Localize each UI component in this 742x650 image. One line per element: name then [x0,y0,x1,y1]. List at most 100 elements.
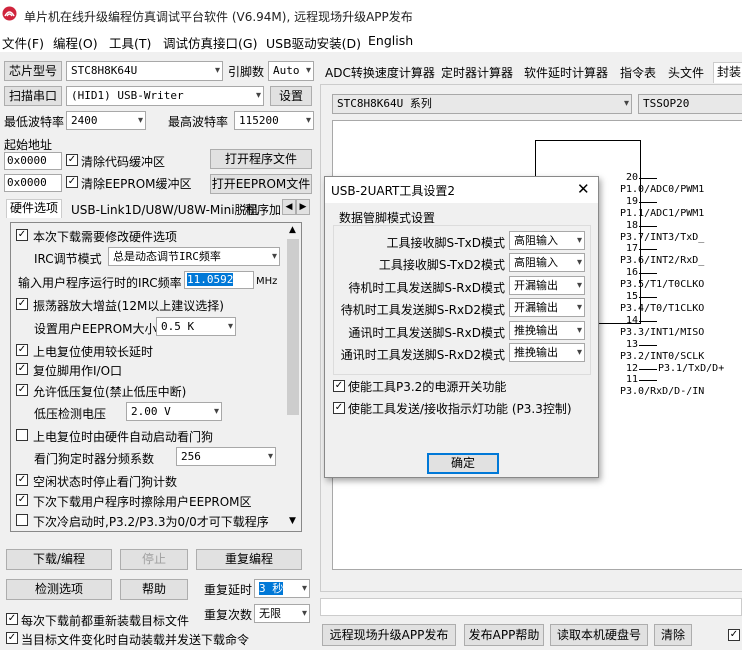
chevron-down-icon: ▾ [576,347,582,358]
port-settings-button[interactable]: 设置 [270,86,312,106]
max-baud-select[interactable]: 115200 ▾ [234,111,314,130]
tab-adc-calculator[interactable]: ADC转换速度计算器 [322,64,438,81]
hw-wdt-checkbox[interactable] [16,429,28,441]
tab-instruction-table[interactable]: 指令表 [617,64,659,81]
irc-freq-label: 输入用户程序运行时的IRC频率 [18,276,182,290]
chevron-down-icon: ▾ [214,65,220,76]
irc-mode-select[interactable]: 总是动态调节IRC频率 ▾ [108,247,280,266]
reload-checkbox[interactable]: ✓ [6,613,18,625]
port-value: (HID1) USB-Writer [71,89,184,102]
idle-rxd-mode-value: 开漏输出 [514,279,558,292]
eeprom-size-select[interactable]: 0.5 K ▾ [156,317,236,336]
code-address-input[interactable]: 0x0000 [4,152,62,170]
tab-program[interactable]: 程序加 [242,201,284,218]
pin-name: P3.6/INT2/RxD_ [620,255,705,267]
pin-number: 12 [625,362,638,374]
idle-wdt-checkbox[interactable]: ✓ [16,474,28,486]
erase-eeprom-checkbox[interactable]: ✓ [16,494,28,506]
lvr-checkbox[interactable]: ✓ [16,384,28,396]
app-icon [2,6,17,21]
irc-freq-input[interactable]: 11.0592 [184,271,254,289]
reset-delay-checkbox[interactable]: ✓ [16,344,28,356]
chip-model-select[interactable]: STC8H8K64U ▾ [66,61,223,81]
options-scrollbar[interactable]: ▲ ▼ [285,223,301,531]
clear-eeprom-checkbox[interactable]: ✓ [66,176,78,188]
port-select[interactable]: (HID1) USB-Writer ▾ [66,86,264,106]
dialog-title-bar: USB-2UART工具设置2 ✕ [325,177,598,203]
close-icon[interactable]: ✕ [577,180,590,198]
idle-wdt-label: 空闲状态时停止看门狗计数 [33,475,178,489]
menu-debug[interactable]: 调试仿真接口(G) [163,33,257,52]
ok-button[interactable]: 确定 [427,453,499,474]
clear-code-checkbox[interactable]: ✓ [66,154,78,166]
read-disk-id-button[interactable]: 读取本机硬盘号 [550,624,648,646]
tab-hardware-options[interactable]: 硬件选项 [6,199,63,218]
auto-send-checkbox[interactable]: ✓ [6,632,18,644]
help-button[interactable]: 帮助 [120,579,188,600]
idle-rxd2-mode-value: 开漏输出 [514,301,558,314]
tab-scroll-left-icon[interactable]: ◀ [282,199,296,215]
tab-scroll-right-icon[interactable]: ▶ [296,199,310,215]
publish-help-button[interactable]: 发布APP帮助 [464,624,544,646]
chevron-down-icon: ▾ [301,608,307,619]
modify-hw-options-checkbox[interactable]: ✓ [16,229,28,241]
pin-row: 17P3.6/INT2/RxD_ [620,243,742,267]
repeat-delay-select[interactable]: 3 秒 ▾ [254,579,310,598]
osc-gain-checkbox[interactable]: ✓ [16,298,28,310]
status-field [320,598,742,616]
menu-program[interactable]: 编程(O) [53,33,98,52]
p32-power-checkbox[interactable]: ✓ [333,380,345,392]
package-select[interactable]: TSSOP20 [638,94,742,114]
scroll-down-icon[interactable]: ▼ [289,516,296,526]
min-baud-value: 2400 [71,114,98,127]
rx-txd-mode-select[interactable]: 高阻输入 ▾ [509,231,585,250]
menu-file[interactable]: 文件(F) [2,33,44,52]
chip-model-button[interactable]: 芯片型号 [4,61,62,81]
scroll-up-icon[interactable]: ▲ [289,225,296,235]
remote-upgrade-button[interactable]: 远程现场升级APP发布 [322,624,456,646]
menu-usb-driver[interactable]: USB驱动安装(D) [266,33,361,52]
chevron-down-icon: ▾ [576,235,582,246]
scroll-thumb[interactable] [287,239,299,415]
stop-button[interactable]: 停止 [120,549,188,570]
reset-io-checkbox[interactable]: ✓ [16,363,28,375]
p32-download-checkbox[interactable] [16,514,28,526]
repeat-delay-value: 3 秒 [259,582,284,595]
repeat-count-select[interactable]: 无限 ▾ [254,604,310,623]
open-program-file-button[interactable]: 打开程序文件 [210,149,312,169]
right-extra-checkbox[interactable]: ✓ [728,629,740,641]
menu-english[interactable]: English [368,33,413,48]
wdt-div-select[interactable]: 256 ▾ [176,447,276,466]
idle-rxd-mode-select[interactable]: 开漏输出 ▾ [509,276,585,295]
min-baud-label: 最低波特率 [4,115,65,129]
min-baud-select[interactable]: 2400 ▾ [66,111,146,130]
tab-header-file[interactable]: 头文件 [665,64,707,81]
pin-number: 19 [625,195,638,207]
tab-package[interactable]: 封装 [713,62,742,83]
series-select[interactable]: STC8H8K64U 系列 ▾ [332,94,632,114]
pin-row: 15P3.4/T0/T1CLKO [620,291,742,315]
comm-rxd-mode-select[interactable]: 推挽输出 ▾ [509,321,585,340]
tab-timer-calculator[interactable]: 定时器计算器 [438,64,516,81]
chevron-down-icon: ▾ [271,251,277,262]
reprogram-button[interactable]: 重复编程 [196,549,302,570]
tab-delay-calculator[interactable]: 软件延时计算器 [521,64,611,81]
pin-row: 19P1.1/ADC1/PWM1 [620,196,742,220]
usb-uart-settings-dialog: USB-2UART工具设置2 ✕ 数据管脚模式设置 工具接收脚S-TxD模式 高… [324,176,599,478]
open-eeprom-file-button[interactable]: 打开EEPROM文件 [210,174,312,194]
pin-number: 14 [625,314,638,326]
download-button[interactable]: 下载/编程 [6,549,112,570]
lvr-voltage-select[interactable]: 2.00 V ▾ [126,402,222,421]
repeat-count-value: 无限 [259,607,281,620]
scan-port-button[interactable]: 扫描串口 [4,86,62,106]
comm-rxd2-mode-select[interactable]: 推挽输出 ▾ [509,343,585,362]
idle-rxd2-mode-select[interactable]: 开漏输出 ▾ [509,298,585,317]
indicator-led-checkbox[interactable]: ✓ [333,402,345,414]
tab-usb-link[interactable]: USB-Link1D/U8W/U8W-Mini脱机 [68,201,262,218]
detect-options-button[interactable]: 检测选项 [6,579,112,600]
pin-count-select[interactable]: Auto ▾ [268,61,314,81]
rx-txd2-mode-select[interactable]: 高阻输入 ▾ [509,253,585,272]
menu-tools[interactable]: 工具(T) [109,33,151,52]
clear-button[interactable]: 清除 [654,624,692,646]
eeprom-address-input[interactable]: 0x0000 [4,174,62,192]
